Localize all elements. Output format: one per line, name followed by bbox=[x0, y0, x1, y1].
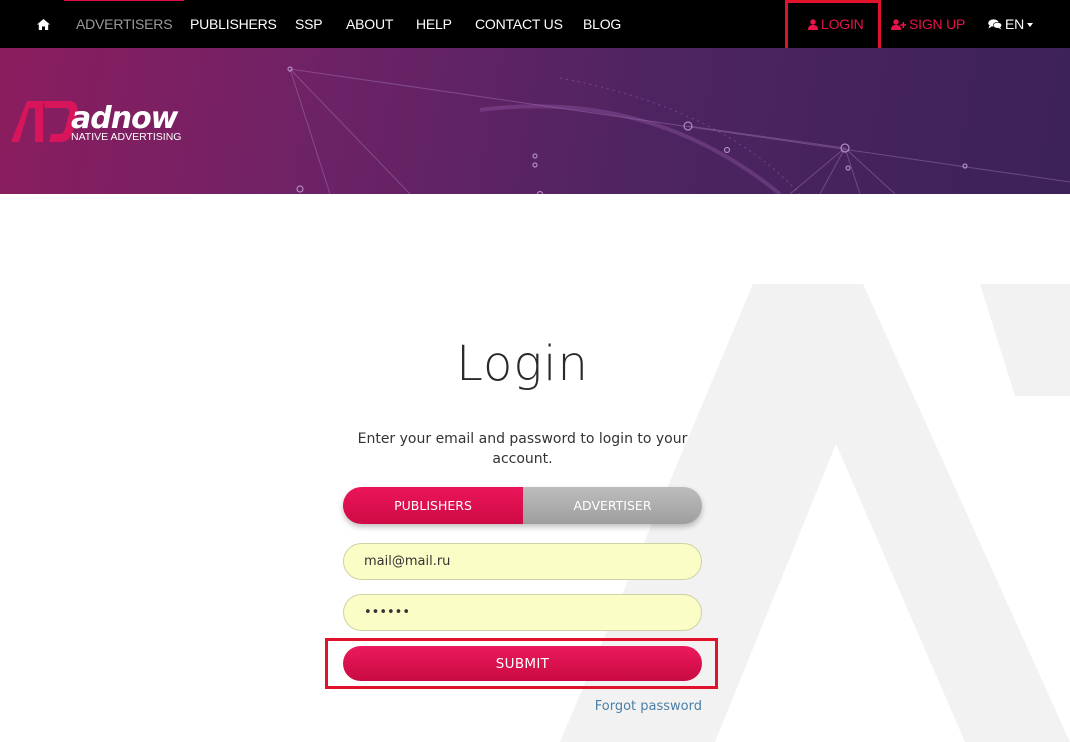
login-label: LOGIN bbox=[821, 16, 864, 32]
user-plus-icon bbox=[891, 19, 906, 30]
caret-down-icon bbox=[1027, 23, 1034, 27]
top-navbar: ADVERTISERS PUBLISHERS SSP ABOUT HELP CO… bbox=[0, 0, 1070, 48]
adnow-logo[interactable]: adnow NATIVE ADVERTISING bbox=[9, 98, 191, 149]
email-field[interactable] bbox=[343, 543, 702, 580]
nav-publishers[interactable]: PUBLISHERS bbox=[190, 0, 277, 48]
header-banner: adnow NATIVE ADVERTISING bbox=[0, 48, 1070, 194]
nav-ssp[interactable]: SSP bbox=[295, 0, 323, 48]
nav-about[interactable]: ABOUT bbox=[346, 0, 393, 48]
language-dropdown[interactable]: EN bbox=[988, 0, 1034, 48]
page-title: Login bbox=[456, 336, 589, 392]
tab-publishers[interactable]: PUBLISHERS bbox=[343, 487, 523, 524]
nav-advertisers[interactable]: ADVERTISERS bbox=[63, 0, 185, 48]
forgot-password-link[interactable]: Forgot password bbox=[590, 699, 702, 714]
language-label: EN bbox=[1005, 16, 1025, 32]
login-link[interactable]: LOGIN bbox=[808, 0, 864, 48]
password-field[interactable] bbox=[343, 594, 702, 631]
signup-label: SIGN UP bbox=[909, 16, 966, 32]
home-icon[interactable] bbox=[37, 0, 53, 48]
nav-contact-us[interactable]: CONTACT US bbox=[475, 0, 563, 48]
signup-link[interactable]: SIGN UP bbox=[891, 0, 965, 48]
tab-advertiser[interactable]: ADVERTISER bbox=[523, 487, 702, 524]
nav-help[interactable]: HELP bbox=[416, 0, 452, 48]
nav-blog[interactable]: BLOG bbox=[583, 0, 621, 48]
user-icon bbox=[808, 19, 818, 30]
logo-tagline: NATIVE ADVERTISING bbox=[71, 131, 181, 143]
account-type-toggle: PUBLISHERS ADVERTISER bbox=[343, 487, 702, 524]
comments-icon bbox=[988, 19, 1002, 30]
login-instructions: Enter your email and password to login t… bbox=[357, 431, 688, 467]
submit-button[interactable]: SUBMIT bbox=[343, 646, 702, 681]
